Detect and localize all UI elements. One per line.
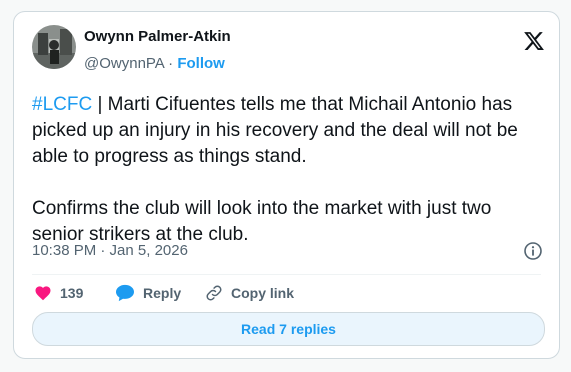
divider: [32, 274, 541, 275]
tweet-card: Owynn Palmer-Atkin @OwynnPA · Follow #LC…: [13, 11, 560, 359]
hashtag-link[interactable]: #LCFC: [32, 94, 92, 115]
copy-link-label: Copy link: [231, 285, 295, 301]
author-handle[interactable]: @OwynnPA: [84, 55, 164, 72]
heart-icon: [35, 286, 51, 301]
reply-bubble-icon: [116, 284, 134, 302]
x-logo-icon[interactable]: [523, 30, 545, 52]
author-handle-row: @OwynnPA · Follow: [84, 55, 225, 72]
reply-label: Reply: [143, 285, 182, 301]
like-button[interactable]: 139: [34, 283, 83, 303]
link-icon: [206, 285, 222, 301]
timestamp[interactable]: 10:38 PM · Jan 5, 2026: [32, 242, 188, 259]
tweet-text: #LCFC | Marti Cifuentes tells me that Mi…: [32, 92, 547, 248]
author-name[interactable]: Owynn Palmer-Atkin: [84, 28, 231, 45]
avatar[interactable]: [32, 25, 76, 69]
copy-link-button[interactable]: Copy link: [205, 283, 294, 303]
follow-button[interactable]: Follow: [177, 55, 225, 72]
separator-dot: ·: [168, 55, 174, 72]
read-replies-button[interactable]: Read 7 replies: [32, 312, 545, 346]
tweet-body: | Marti Cifuentes tells me that Michail …: [32, 94, 518, 245]
like-count: 139: [60, 285, 84, 301]
info-icon[interactable]: [523, 241, 543, 261]
reply-button[interactable]: Reply: [115, 283, 181, 303]
